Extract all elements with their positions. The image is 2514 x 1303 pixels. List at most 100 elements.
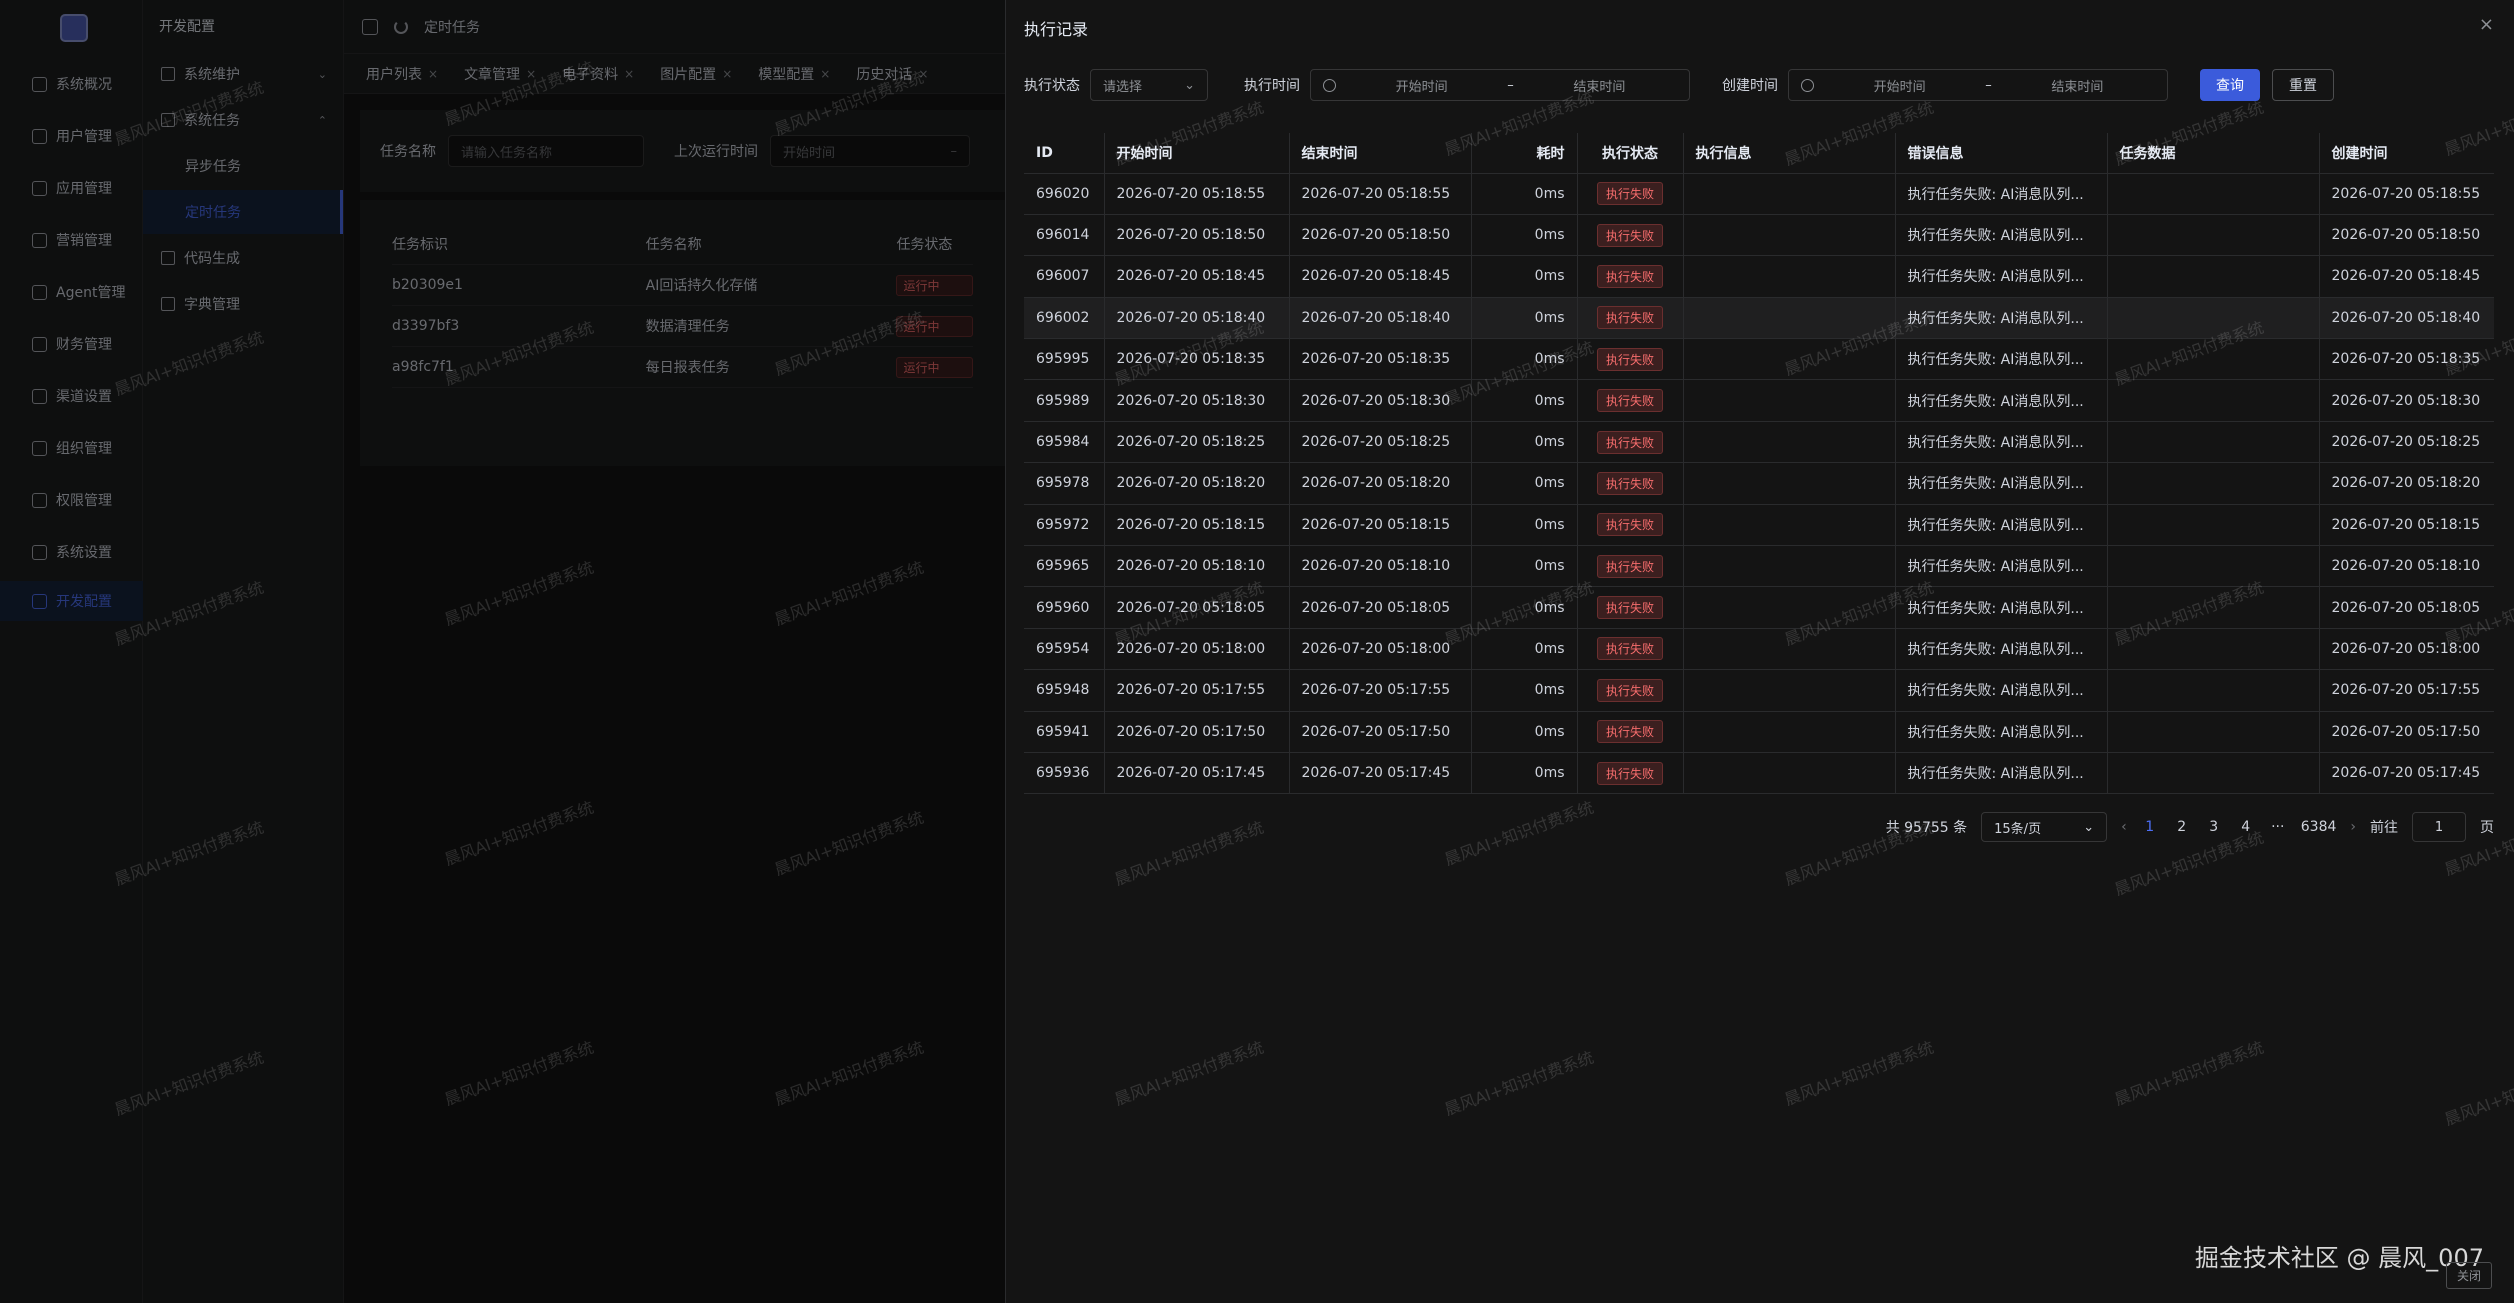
- cell-id: 695948: [1024, 669, 1105, 712]
- cell-id: 695965: [1024, 545, 1105, 588]
- cell-id: 695972: [1024, 504, 1105, 547]
- rail-item-dev-config[interactable]: 开发配置: [0, 581, 143, 621]
- page-4[interactable]: 4: [2237, 819, 2255, 835]
- close-button[interactable]: 关闭: [2445, 1262, 2492, 1289]
- exec-time-range[interactable]: 开始时间 – 结束时间: [1310, 69, 1690, 101]
- cell-data: [2107, 586, 2320, 629]
- page-size-select[interactable]: 15条/页 ⌄: [1981, 812, 2108, 842]
- menu-item-dictionary[interactable]: 字典管理: [143, 282, 343, 326]
- cell-info: [1683, 628, 1896, 671]
- prev-page-icon[interactable]: ‹: [2121, 819, 2127, 835]
- cell-data: [2107, 214, 2320, 257]
- table-row[interactable]: 696014 2026-07-20 05:18:50 2026-07-20 05:1…: [1024, 214, 2494, 257]
- tab-chat-history[interactable]: 历史对话 ×: [846, 58, 938, 90]
- table-header-row: ID 开始时间 结束时间 耗时 执行状态 执行信息 错误信息 任务数据 创建时间: [1024, 133, 2494, 174]
- page-tabs: 用户列表 × 文章管理 × 电子资料 × 图片配置 × 模型配置 × 历史对话 ×: [344, 54, 1005, 94]
- table-row[interactable]: 696002 2026-07-20 05:18:40 2026-07-20 05:1…: [1024, 297, 2494, 340]
- rail-item-org[interactable]: 组织管理: [0, 428, 143, 468]
- table-row[interactable]: 695960 2026-07-20 05:18:05 2026-07-20 05:1…: [1024, 586, 2494, 629]
- table-row[interactable]: 695954 2026-07-20 05:18:00 2026-07-20 05:1…: [1024, 628, 2494, 671]
- table-row[interactable]: 696007 2026-07-20 05:18:45 2026-07-20 05:1…: [1024, 255, 2494, 298]
- rail-item-settings[interactable]: 系统设置: [0, 532, 143, 572]
- table-row[interactable]: 695965 2026-07-20 05:18:10 2026-07-20 05:1…: [1024, 545, 2494, 588]
- menu-item-system-tasks[interactable]: 系统任务 ⌃: [143, 98, 343, 142]
- rail-item-users[interactable]: 用户管理: [0, 116, 143, 156]
- cell-id: 695978: [1024, 462, 1105, 505]
- table-row[interactable]: 695936 2026-07-20 05:17:45 2026-07-20 05:1…: [1024, 752, 2494, 795]
- next-page-icon[interactable]: ›: [2350, 819, 2356, 835]
- table-row[interactable]: 695948 2026-07-20 05:17:55 2026-07-20 05:1…: [1024, 669, 2494, 712]
- cell-created: 2026-07-20 05:18:30: [2319, 379, 2494, 422]
- table-row[interactable]: 695978 2026-07-20 05:18:20 2026-07-20 05:1…: [1024, 462, 2494, 505]
- page-2[interactable]: 2: [2173, 819, 2191, 835]
- close-icon[interactable]: ×: [526, 67, 536, 81]
- close-icon[interactable]: ×: [2479, 14, 2494, 35]
- table-row[interactable]: b20309e1 AI回话持久化存储 运行中: [392, 265, 974, 306]
- cell-created: 2026-07-20 05:17:55: [2319, 669, 2494, 712]
- cell-info: [1683, 379, 1896, 422]
- query-button[interactable]: 查询: [2200, 69, 2260, 101]
- tab-ebooks[interactable]: 电子资料 ×: [552, 58, 644, 90]
- reset-button[interactable]: 重置: [2272, 69, 2334, 101]
- close-icon[interactable]: ×: [722, 67, 732, 81]
- cell-id: 695984: [1024, 421, 1105, 464]
- close-icon[interactable]: ×: [820, 67, 830, 81]
- menu-item-codegen[interactable]: 代码生成: [143, 236, 343, 280]
- cell-info: [1683, 214, 1896, 257]
- page-1[interactable]: 1: [2141, 819, 2159, 835]
- chevron-up-icon: ⌃: [317, 113, 327, 127]
- rail-item-marketing[interactable]: 营销管理: [0, 220, 143, 260]
- menu-item-scheduled-tasks[interactable]: 定时任务: [143, 190, 343, 234]
- rail-item-finance[interactable]: 财务管理: [0, 324, 143, 364]
- tab-user-list[interactable]: 用户列表 ×: [356, 58, 448, 90]
- cell-cost: 0ms: [1471, 214, 1578, 257]
- table-row[interactable]: 696020 2026-07-20 05:18:55 2026-07-20 05:1…: [1024, 173, 2494, 215]
- cell-cost: 0ms: [1471, 628, 1578, 671]
- table-row[interactable]: 695984 2026-07-20 05:18:25 2026-07-20 05:1…: [1024, 421, 2494, 464]
- cell-end: 2026-07-20 05:18:45: [1289, 255, 1472, 298]
- close-icon[interactable]: ×: [428, 67, 438, 81]
- cell-error: 执行任务失败: AI消息队列...: [1895, 628, 2108, 671]
- exec-status-select[interactable]: 请选择 ⌄: [1090, 69, 1208, 101]
- goto-page-input[interactable]: 1: [2412, 812, 2466, 842]
- table-row[interactable]: 695972 2026-07-20 05:18:15 2026-07-20 05:1…: [1024, 504, 2494, 547]
- cell-start: 2026-07-20 05:17:50: [1104, 711, 1290, 753]
- gear-icon: [32, 544, 47, 560]
- last-run-range[interactable]: 开始时间 –: [770, 135, 970, 167]
- rail-item-permissions[interactable]: 权限管理: [0, 480, 143, 520]
- tab-articles[interactable]: 文章管理 ×: [454, 58, 546, 90]
- menu-item-async-tasks[interactable]: 异步任务: [143, 144, 343, 188]
- cell-info: [1683, 421, 1896, 464]
- rail-item-apps[interactable]: 应用管理: [0, 168, 143, 208]
- refresh-icon[interactable]: [394, 19, 408, 34]
- table-row[interactable]: d3397bf3 数据清理任务 运行中: [392, 306, 974, 347]
- table-row[interactable]: 695995 2026-07-20 05:18:35 2026-07-20 05:1…: [1024, 338, 2494, 381]
- cell-start: 2026-07-20 05:18:00: [1104, 628, 1290, 671]
- page-last[interactable]: 6384: [2301, 819, 2337, 835]
- table-row[interactable]: a98fc7f1 每日报表任务 运行中: [392, 347, 974, 388]
- rail-item-channels[interactable]: 渠道设置: [0, 376, 143, 416]
- create-time-range[interactable]: 开始时间 – 结束时间: [1788, 69, 2168, 101]
- cell-id: 696014: [1024, 214, 1105, 257]
- page-3[interactable]: 3: [2205, 819, 2223, 835]
- close-icon[interactable]: ×: [918, 67, 928, 81]
- table-row[interactable]: 695989 2026-07-20 05:18:30 2026-07-20 05:1…: [1024, 379, 2494, 422]
- tab-image-config[interactable]: 图片配置 ×: [650, 58, 742, 90]
- close-icon[interactable]: ×: [624, 67, 634, 81]
- table-row[interactable]: 695941 2026-07-20 05:17:50 2026-07-20 05:1…: [1024, 711, 2494, 753]
- cell-info: [1683, 752, 1896, 795]
- menu-item-system-maintenance[interactable]: 系统维护 ⌄: [143, 52, 343, 96]
- total-count: 共 95755 条: [1885, 820, 1968, 836]
- cell-cost: 0ms: [1471, 421, 1578, 464]
- cell-start: 2026-07-20 05:18:15: [1104, 504, 1290, 547]
- cell-error: 执行任务失败: AI消息队列...: [1895, 462, 2108, 505]
- more-pages-icon[interactable]: ···: [2269, 819, 2287, 835]
- status-badge: 执行失败: [1596, 637, 1663, 661]
- rail-item-agent[interactable]: Agent管理: [0, 272, 143, 312]
- collapse-sidebar-icon[interactable]: [362, 18, 378, 35]
- cell-info: [1683, 586, 1896, 629]
- task-name-input[interactable]: 请输入任务名称: [448, 135, 644, 167]
- tab-model-config[interactable]: 模型配置 ×: [748, 58, 840, 90]
- rail-item-overview[interactable]: 系统概况: [0, 64, 143, 104]
- cell-id: 695960: [1024, 586, 1105, 629]
